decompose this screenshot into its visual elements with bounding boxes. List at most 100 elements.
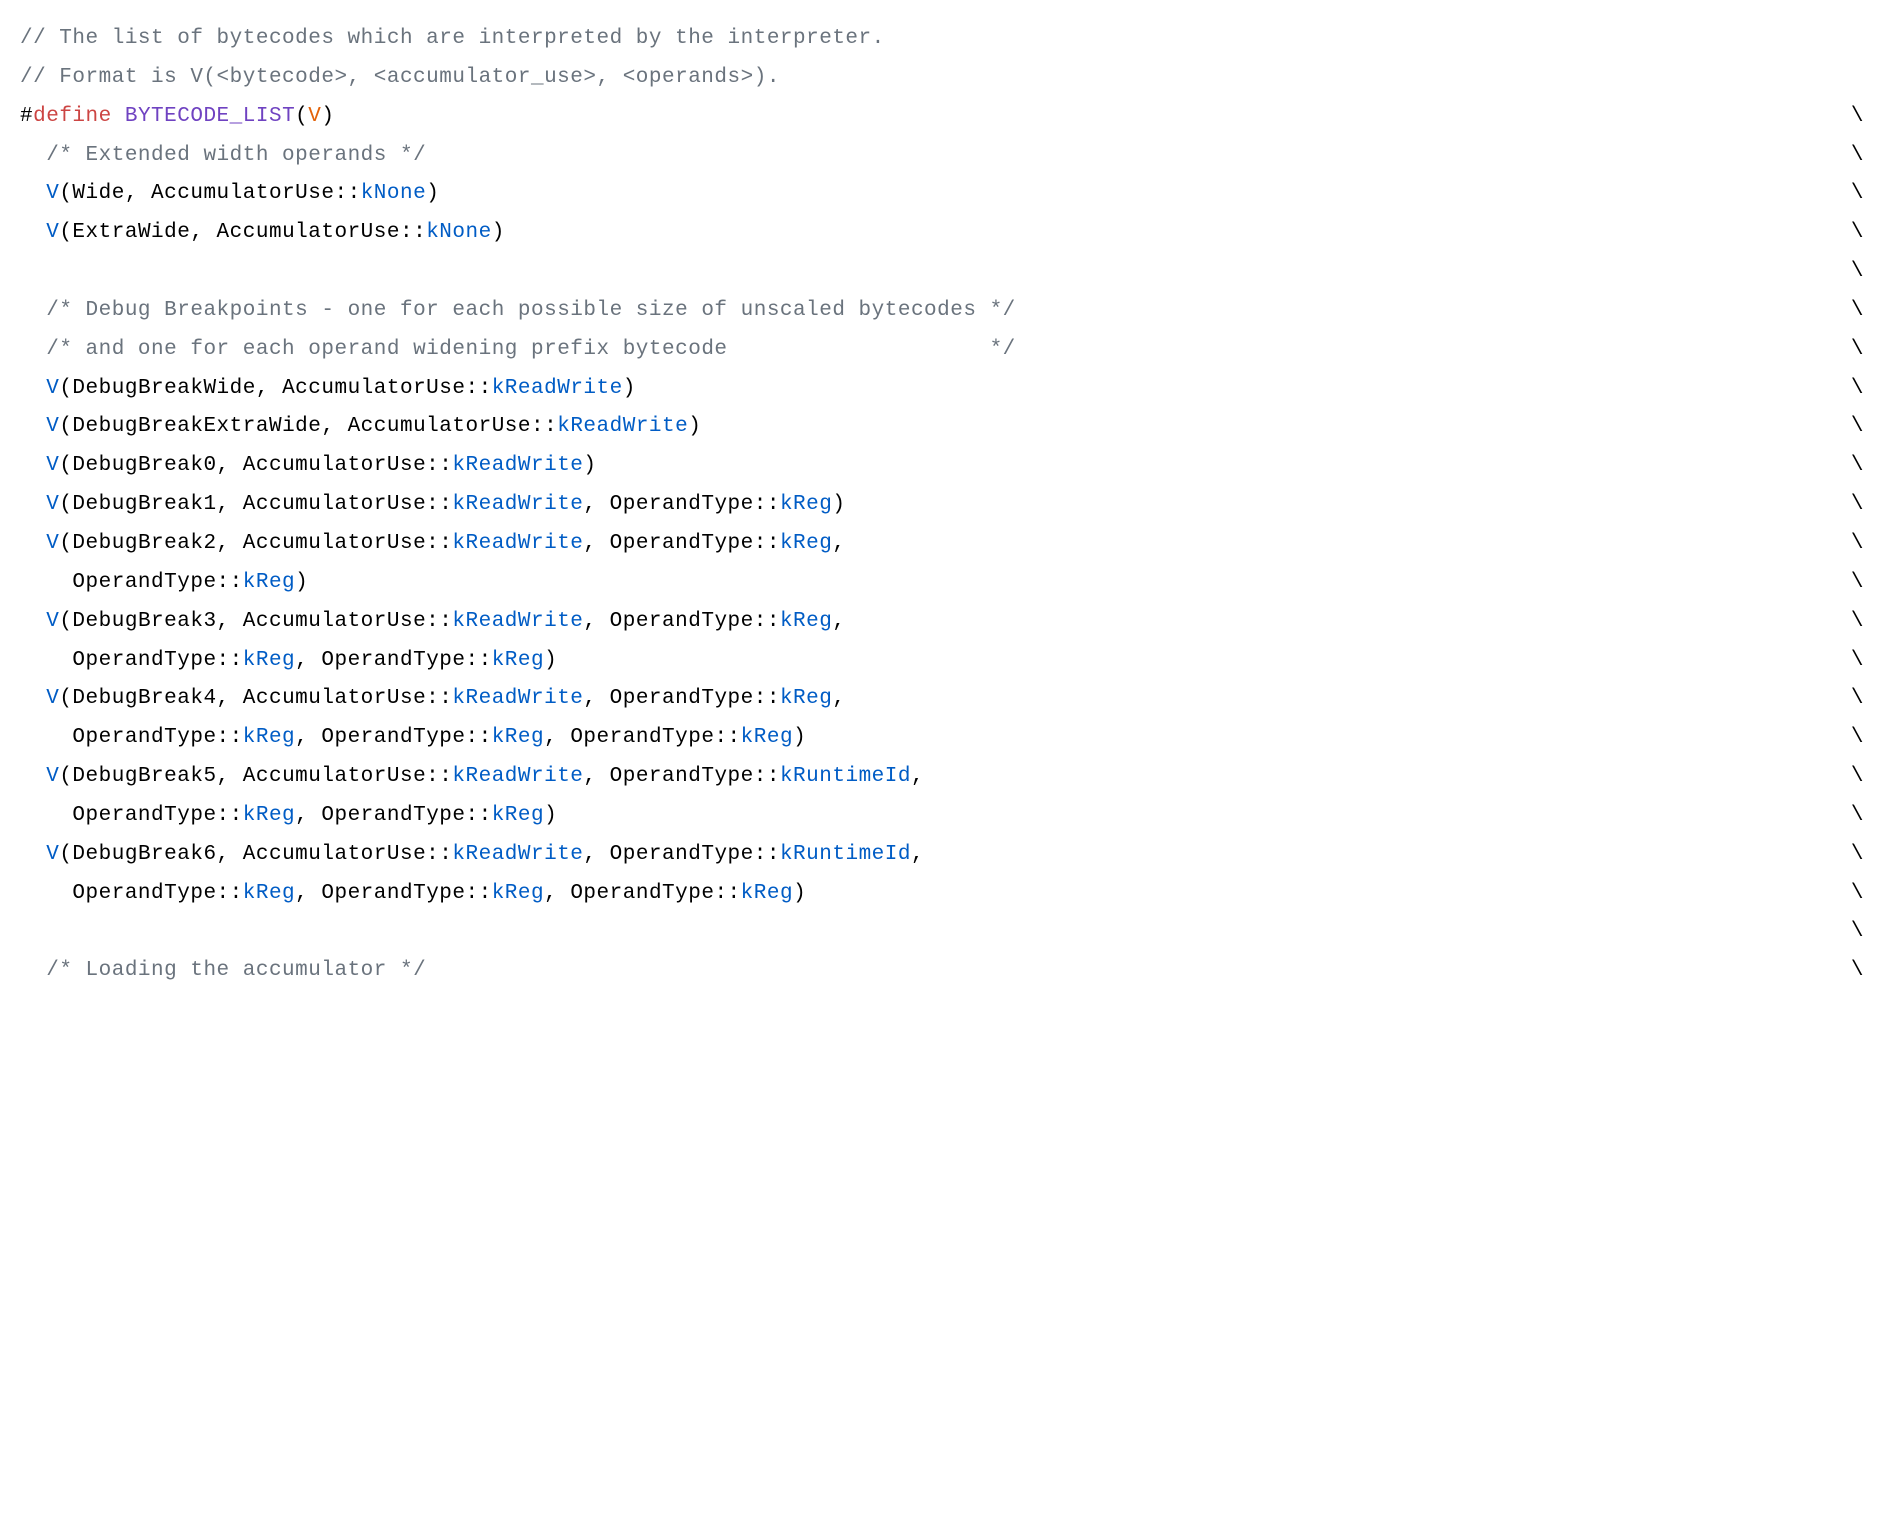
token-param: V — [308, 105, 321, 128]
token-plain: ) — [583, 454, 596, 477]
token-enum-val: kReadWrite — [452, 493, 583, 516]
code-line: /* Debug Breakpoints - one for each poss… — [20, 292, 1884, 331]
token-enum-val: kNone — [361, 182, 427, 205]
token-plain: (DebugBreak0, AccumulatorUse:: — [59, 454, 452, 477]
line-continuation-backslash: \ — [1851, 836, 1884, 875]
token-define: define — [33, 105, 112, 128]
token-v-call: V — [46, 843, 59, 866]
line-continuation-backslash: \ — [1851, 214, 1884, 253]
token-enum-val: kReg — [780, 610, 832, 633]
token-comment: // Format is V(<bytecode>, <accumulator_… — [20, 66, 780, 89]
line-continuation-backslash: \ — [1851, 292, 1884, 331]
token-enum-val: kReg — [243, 882, 295, 905]
line-continuation-backslash: \ — [1851, 137, 1884, 176]
token-plain: ) — [492, 221, 505, 244]
token-enum-val: kReg — [492, 726, 544, 749]
code-line-content: OperandType::kReg, OperandType::kReg, Op… — [20, 719, 806, 758]
code-line-content: #define BYTECODE_LIST(V) — [20, 98, 335, 137]
token-plain: ) — [295, 571, 308, 594]
token-enum-val: kReg — [492, 649, 544, 672]
token-plain: OperandType:: — [72, 804, 242, 827]
token-plain: ) — [832, 493, 845, 516]
line-continuation-backslash: \ — [1851, 642, 1884, 681]
token-v-call: V — [46, 377, 59, 400]
code-line: OperandType::kReg)\ — [20, 564, 1884, 603]
token-v-call: V — [46, 182, 59, 205]
token-plain: , OperandType:: — [295, 726, 492, 749]
line-continuation-backslash: \ — [1851, 486, 1884, 525]
token-enum-val: kReg — [741, 726, 793, 749]
token-enum-val: kReadWrite — [452, 843, 583, 866]
token-enum-val: kReg — [243, 804, 295, 827]
code-line-content: V(DebugBreak1, AccumulatorUse::kReadWrit… — [20, 486, 845, 525]
token-enum-val: kReg — [492, 804, 544, 827]
token-enum-val: kRuntimeId — [780, 765, 911, 788]
token-enum-val: kReg — [243, 726, 295, 749]
token-comment: // The list of bytecodes which are inter… — [20, 27, 885, 50]
code-line-content: /* Debug Breakpoints - one for each poss… — [20, 292, 1016, 331]
token-plain: (Wide, AccumulatorUse:: — [59, 182, 360, 205]
token-comment: /* and one for each operand widening pre… — [46, 338, 1016, 361]
token-plain: ) — [544, 649, 557, 672]
token-plain: , OperandType:: — [583, 532, 780, 555]
token-plain: (DebugBreak3, AccumulatorUse:: — [59, 610, 452, 633]
code-line-content: // The list of bytecodes which are inter… — [20, 20, 885, 59]
token-v-call: V — [46, 415, 59, 438]
code-line: V(DebugBreak0, AccumulatorUse::kReadWrit… — [20, 447, 1884, 486]
code-line-content: OperandType::kReg) — [20, 564, 308, 603]
token-comment: /* Loading the accumulator */ — [46, 959, 426, 982]
code-line: \ — [20, 253, 1884, 292]
code-line-content: V(DebugBreak0, AccumulatorUse::kReadWrit… — [20, 447, 597, 486]
token-plain: OperandType:: — [72, 726, 242, 749]
line-continuation-backslash: \ — [1851, 447, 1884, 486]
line-continuation-backslash: \ — [1851, 680, 1884, 719]
token-v-call: V — [46, 532, 59, 555]
code-line-content: V(DebugBreakWide, AccumulatorUse::kReadW… — [20, 370, 636, 409]
token-v-call: V — [46, 610, 59, 633]
token-plain: , OperandType:: — [583, 843, 780, 866]
code-line: V(DebugBreak2, AccumulatorUse::kReadWrit… — [20, 525, 1884, 564]
token-plain: (DebugBreakWide, AccumulatorUse:: — [59, 377, 491, 400]
code-line: /* Extended width operands */ \ — [20, 137, 1884, 176]
token-plain: (DebugBreak6, AccumulatorUse:: — [59, 843, 452, 866]
token-plain: , OperandType:: — [583, 687, 780, 710]
code-line: \ — [20, 913, 1884, 952]
token-enum-val: kNone — [426, 221, 492, 244]
token-v-call: V — [46, 765, 59, 788]
token-plain: (DebugBreak2, AccumulatorUse:: — [59, 532, 452, 555]
token-enum-val: kReg — [741, 882, 793, 905]
code-line: V(DebugBreak1, AccumulatorUse::kReadWrit… — [20, 486, 1884, 525]
token-plain: ) — [426, 182, 439, 205]
token-plain: , OperandType:: — [295, 882, 492, 905]
token-comment: /* Debug Breakpoints - one for each poss… — [46, 299, 1016, 322]
code-line: OperandType::kReg, OperandType::kReg)\ — [20, 642, 1884, 681]
line-continuation-backslash: \ — [1851, 719, 1884, 758]
code-line-content: V(DebugBreak5, AccumulatorUse::kReadWrit… — [20, 758, 924, 797]
code-line-content: // Format is V(<bytecode>, <accumulator_… — [20, 59, 780, 98]
token-v-call: V — [46, 221, 59, 244]
line-continuation-backslash: \ — [1851, 875, 1884, 914]
token-enum-val: kReg — [243, 649, 295, 672]
token-plain: , OperandType:: — [583, 610, 780, 633]
code-line-content: V(ExtraWide, AccumulatorUse::kNone) — [20, 214, 505, 253]
code-line-content: OperandType::kReg, OperandType::kReg) — [20, 797, 557, 836]
token-plain: ) — [793, 882, 806, 905]
line-continuation-backslash: \ — [1851, 331, 1884, 370]
code-line: OperandType::kReg, OperandType::kReg, Op… — [20, 719, 1884, 758]
token-enum-val: kReadWrite — [452, 610, 583, 633]
code-line-content: V(DebugBreak3, AccumulatorUse::kReadWrit… — [20, 603, 845, 642]
code-block: // The list of bytecodes which are inter… — [20, 20, 1884, 991]
token-comment: /* Extended width operands */ — [46, 144, 426, 167]
code-line-content: OperandType::kReg, OperandType::kReg, Op… — [20, 875, 806, 914]
line-continuation-backslash: \ — [1851, 408, 1884, 447]
line-continuation-backslash: \ — [1851, 797, 1884, 836]
code-line: // Format is V(<bytecode>, <accumulator_… — [20, 59, 1884, 98]
token-plain: (DebugBreakExtraWide, AccumulatorUse:: — [59, 415, 557, 438]
line-continuation-backslash: \ — [1851, 758, 1884, 797]
code-line: #define BYTECODE_LIST(V)\ — [20, 98, 1884, 137]
token-plain: ) — [688, 415, 701, 438]
token-enum-val: kReg — [780, 532, 832, 555]
token-plain: , OperandType:: — [544, 726, 741, 749]
line-continuation-backslash: \ — [1851, 525, 1884, 564]
token-plain: (DebugBreak1, AccumulatorUse:: — [59, 493, 452, 516]
